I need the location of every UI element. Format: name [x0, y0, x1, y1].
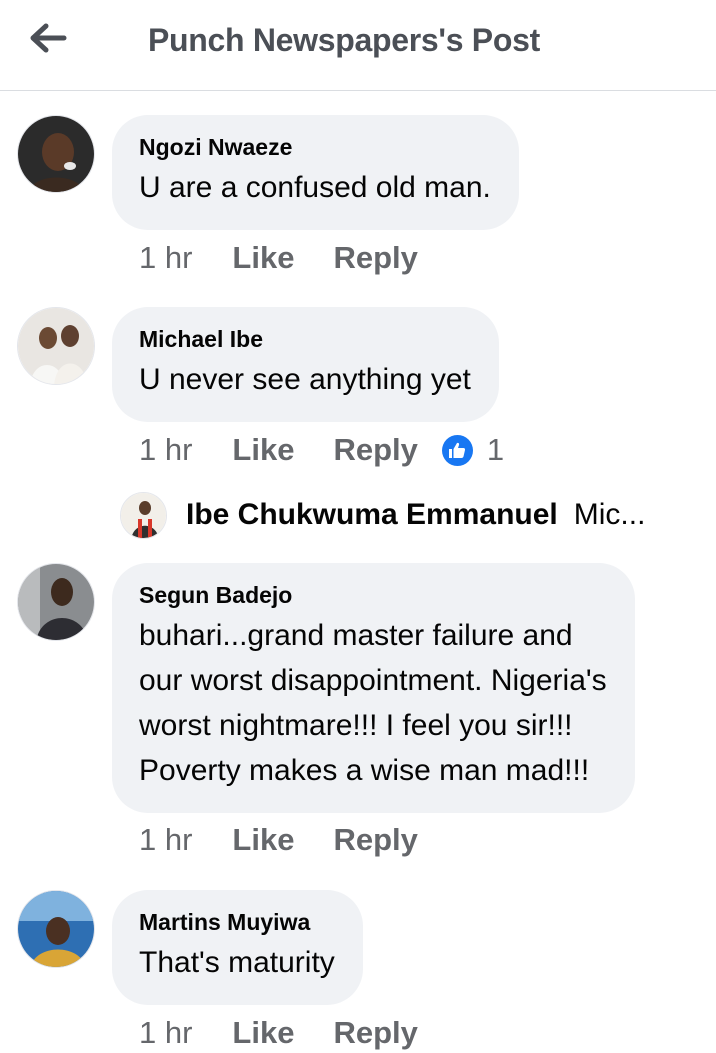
- comment-actions: 1 hr Like Reply: [139, 1015, 418, 1051]
- comment-bubble: Ngozi Nwaeze U are a confused old man.: [112, 115, 519, 230]
- comment-text: Poverty makes a wise man mad!!!: [139, 754, 590, 787]
- reply-button[interactable]: Reply: [333, 822, 417, 858]
- reaction-count: 1: [486, 432, 505, 467]
- avatar[interactable]: [17, 563, 95, 641]
- reply-author[interactable]: Ibe Chukwuma Emmanuel: [186, 498, 558, 532]
- page-title: Punch Newspapers's Post: [148, 22, 540, 58]
- comment-author[interactable]: Segun Badejo: [139, 581, 607, 609]
- comment-text: U never see anything yet: [139, 363, 471, 396]
- comment-actions: 1 hr Like Reply 1: [139, 432, 504, 468]
- comment-bubble: Segun Badejo buhari...grand master failu…: [112, 563, 635, 813]
- like-button[interactable]: Like: [232, 822, 294, 858]
- arrow-left-icon: [30, 23, 67, 53]
- comment-text: buhari...grand master failure and: [139, 619, 573, 652]
- comment-actions: 1 hr Like Reply: [139, 822, 418, 858]
- comment-text: our worst disappointment. Nigeria's: [139, 664, 607, 697]
- comment-actions: 1 hr Like Reply: [139, 240, 418, 276]
- avatar[interactable]: [17, 890, 95, 968]
- avatar: [120, 491, 167, 539]
- comment-time[interactable]: 1 hr: [139, 432, 192, 468]
- avatar[interactable]: [17, 307, 95, 385]
- like-button[interactable]: Like: [232, 240, 294, 276]
- reply-button[interactable]: Reply: [333, 432, 417, 468]
- comment-bubble: Michael Ibe U never see anything yet: [112, 307, 499, 422]
- top-bar: Punch Newspapers's Post: [0, 0, 716, 91]
- avatar[interactable]: [17, 115, 95, 193]
- reply-button[interactable]: Reply: [333, 240, 417, 276]
- comment-bubble: Martins Muyiwa That's maturity: [112, 890, 363, 1005]
- comment-text: That's maturity: [139, 946, 335, 979]
- like-button[interactable]: Like: [232, 432, 294, 468]
- comment-text: U are a confused old man.: [139, 171, 491, 204]
- back-button[interactable]: [26, 20, 70, 56]
- like-button[interactable]: Like: [232, 1015, 294, 1051]
- comment-text: worst nightmare!!! I feel you sir!!!: [139, 709, 573, 742]
- reply-preview-text: Mic...: [573, 498, 646, 531]
- comment-author[interactable]: Ngozi Nwaeze: [139, 133, 491, 161]
- thumbs-up-icon: [441, 434, 473, 466]
- comment-time[interactable]: 1 hr: [139, 1015, 192, 1051]
- comment-time[interactable]: 1 hr: [139, 240, 192, 276]
- comment-time[interactable]: 1 hr: [139, 822, 192, 858]
- comment-author[interactable]: Michael Ibe: [139, 325, 471, 353]
- reaction-summary[interactable]: 1: [441, 432, 505, 468]
- comment-author[interactable]: Martins Muyiwa: [139, 908, 335, 936]
- reply-preview[interactable]: Ibe Chukwuma Emmanuel Mic...: [120, 490, 645, 540]
- reply-button[interactable]: Reply: [333, 1015, 417, 1051]
